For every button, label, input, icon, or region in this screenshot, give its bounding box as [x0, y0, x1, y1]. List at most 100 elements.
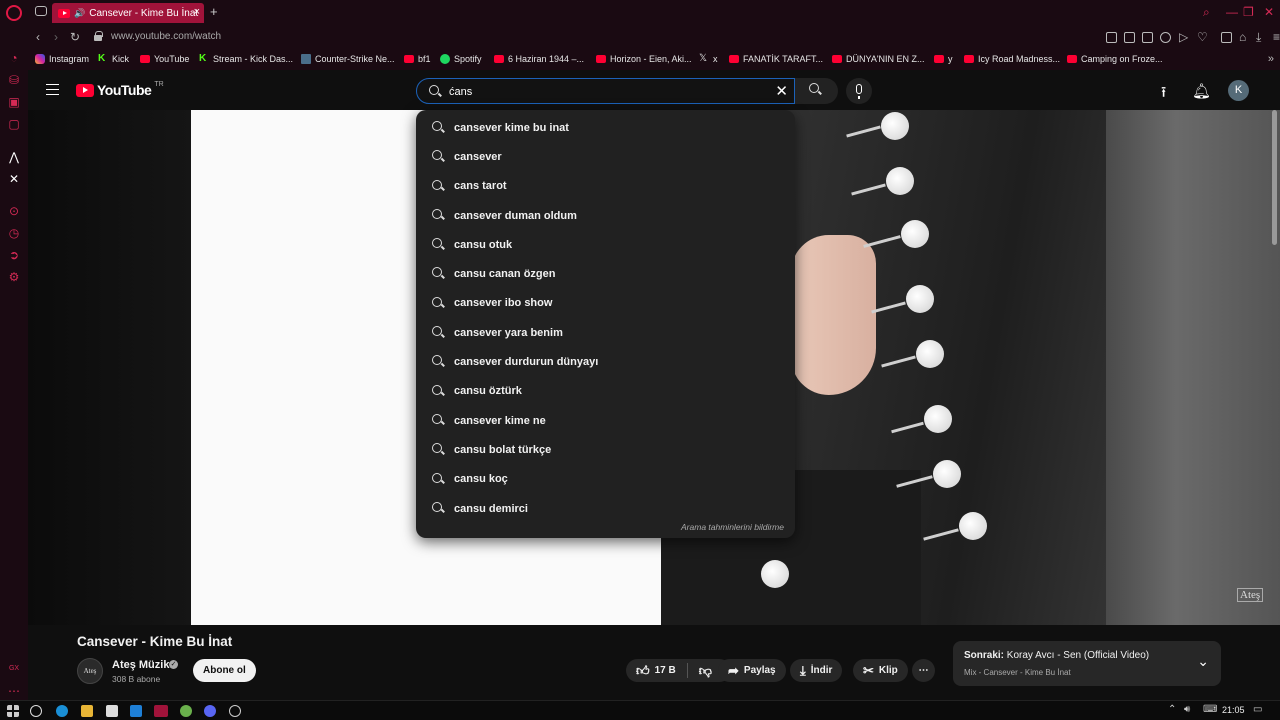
suggestion-item[interactable]: cansever [416, 142, 795, 171]
volume-icon[interactable]: 🔊︎ [1184, 704, 1190, 715]
suggestion-item[interactable]: cansu otuk [416, 230, 795, 259]
bookmark-camping[interactable]: Camping on Froze... [1067, 54, 1163, 64]
app-icon[interactable] [130, 705, 142, 717]
settings-gear-icon[interactable]: ⚙ [7, 270, 21, 284]
reload-icon[interactable]: ↻ [70, 30, 80, 44]
opera-logo-icon[interactable] [6, 5, 22, 21]
bookmark-6-haziran[interactable]: 6 Haziran 1944 –... [494, 54, 584, 64]
suggestion-item[interactable]: cansu bolat türkçe [416, 435, 795, 464]
bookmark-spotify[interactable]: Spotify [440, 54, 482, 64]
menu-icon[interactable]: ≡ [1273, 30, 1280, 44]
chrome-icon[interactable] [180, 705, 192, 717]
snapshot-icon[interactable] [1124, 32, 1135, 43]
suggestion-item[interactable]: cansever duman oldum [416, 201, 795, 230]
like-icon[interactable]: 👍︎ [636, 663, 650, 679]
tracker-icon[interactable]: ⌂ [1239, 30, 1246, 44]
tab-close-icon[interactable]: × [194, 6, 200, 18]
clock[interactable]: 21:05 [1222, 705, 1245, 715]
clear-search-icon[interactable]: ✕ [775, 82, 788, 100]
keyboard-icon[interactable]: ⌨ [1203, 704, 1217, 715]
gx-icon[interactable]: GX [7, 662, 21, 676]
download-button[interactable]: ⤓ İndir [790, 659, 843, 682]
suggestion-item[interactable]: cansu öztürk [416, 377, 795, 406]
download-icon[interactable]: ⤓ [1256, 30, 1261, 45]
report-predictions-link[interactable]: Arama tahminlerini bildirme [681, 522, 784, 532]
pocket-icon[interactable] [1142, 32, 1153, 43]
suggestion-item[interactable]: cans tarot [416, 172, 795, 201]
subscribe-button[interactable]: Abone ol [193, 659, 256, 682]
bookmark-y[interactable]: y [934, 54, 953, 64]
messenger-icon[interactable]: ▣ [7, 95, 21, 109]
bookmarks-overflow-icon[interactable]: » [1268, 53, 1274, 65]
bookmark-dunyanin[interactable]: DÜNYA'NIN EN Z... [832, 54, 925, 64]
edge-icon[interactable] [56, 705, 68, 717]
file-explorer-icon[interactable] [81, 705, 93, 717]
page-scrollbar[interactable] [1272, 110, 1277, 245]
extension-icon[interactable] [1106, 32, 1117, 43]
more-sidebar-icon[interactable]: ⋯ [7, 684, 21, 698]
upload-icon[interactable]: ⭱ [1161, 82, 1166, 107]
notification-center-icon[interactable]: ▭ [1253, 704, 1262, 715]
search-button[interactable] [795, 78, 838, 104]
youtube-logo[interactable]: YouTube TR [76, 81, 164, 98]
bookmark-icy-road[interactable]: Icy Road Madness... [964, 54, 1060, 64]
more-actions-button[interactable]: ⋯ [912, 659, 935, 682]
bookmark-youtube[interactable]: YouTube [140, 54, 189, 64]
search-input[interactable] [449, 83, 769, 101]
suggestion-item[interactable]: cansever durdurun dünyayı [416, 347, 795, 376]
history-icon[interactable]: ◷ [7, 226, 21, 240]
share-button[interactable]: ➦ Paylaş [718, 659, 786, 682]
bookmark-fanatik[interactable]: FANATİK TARAFT... [729, 54, 823, 64]
like-count[interactable]: 17 B [655, 665, 676, 676]
bookmark-x[interactable]: 𝕏x [699, 54, 718, 65]
bookmark-bf1[interactable]: bf1 [404, 54, 431, 64]
channel-avatar[interactable]: Ateş [77, 658, 103, 684]
windows-start-icon[interactable] [7, 705, 19, 717]
voice-search-button[interactable] [846, 78, 872, 104]
close-window-icon[interactable]: ✕ [1264, 5, 1274, 19]
app-circle-icon[interactable] [229, 705, 241, 717]
forward-icon[interactable]: › [54, 30, 58, 44]
search-tabs-icon[interactable]: ⌕ [1203, 5, 1210, 20]
dislike-icon[interactable]: 👎︎ [699, 663, 712, 679]
speaker-icon[interactable]: 🔊 [74, 8, 85, 19]
minimize-icon[interactable]: — [1226, 5, 1238, 19]
back-icon[interactable]: ‹ [36, 30, 40, 44]
player-play-icon[interactable]: ▷ [1179, 30, 1188, 44]
new-tab-button[interactable]: + [210, 4, 218, 19]
search-taskbar-icon[interactable] [30, 705, 42, 717]
bookmark-horizon[interactable]: Horizon - Eien, Aki... [596, 54, 692, 64]
heart-icon[interactable]: ♡ [1197, 30, 1208, 44]
instagram-sidebar-icon[interactable]: ▢ [7, 117, 21, 131]
tiktok-icon[interactable]: ⋀ [7, 150, 21, 164]
next-up-card[interactable]: Sonraki: Koray Avcı - Sen (Official Vide… [953, 641, 1221, 686]
suggestion-item[interactable]: cansever kime ne [416, 406, 795, 435]
tab-manager-icon[interactable] [35, 6, 47, 16]
bookmark-kick[interactable]: K Kick [98, 54, 129, 65]
suggestion-item[interactable]: cansu demirci [416, 494, 795, 523]
send-icon[interactable]: ➲ [7, 248, 21, 262]
search-box[interactable]: ✕ [416, 78, 795, 104]
maximize-icon[interactable]: ❐ [1243, 5, 1254, 19]
suggestion-item[interactable]: cansever kime bu inat [416, 113, 795, 142]
bookmark-instagram[interactable]: Instagram [35, 54, 89, 64]
clip-button[interactable]: ✂ Klip [853, 659, 908, 682]
player-icon[interactable]: ⊙ [7, 204, 21, 218]
channel-name[interactable]: Ateş Müzik [112, 659, 169, 671]
suggestion-item[interactable]: cansever ibo show [416, 289, 795, 318]
suggestion-item[interactable]: cansu koç [416, 465, 795, 494]
opera-gx-taskbar-icon[interactable] [154, 705, 168, 717]
tab-active[interactable]: 🔊 Cansever - Kime Bu İnat × [52, 3, 204, 23]
suggestion-item[interactable]: cansu canan özgen [416, 259, 795, 288]
crypto-wallet-icon[interactable]: ⛁ [7, 73, 21, 87]
chevron-down-icon[interactable]: ⌄ [1197, 653, 1209, 670]
store-icon[interactable] [106, 705, 118, 717]
guide-menu-icon[interactable] [46, 84, 59, 95]
lock-icon[interactable] [94, 31, 103, 41]
x-sidebar-icon[interactable]: ✕ [7, 172, 21, 186]
suggestion-item[interactable]: cansever yara benim [416, 318, 795, 347]
discord-icon[interactable] [204, 705, 216, 717]
bookmark-counter-strike[interactable]: Counter-Strike Ne... [301, 54, 395, 64]
url-field[interactable]: www.youtube.com/watch [111, 31, 221, 42]
channel-watermark[interactable]: Ateş [1237, 588, 1264, 602]
